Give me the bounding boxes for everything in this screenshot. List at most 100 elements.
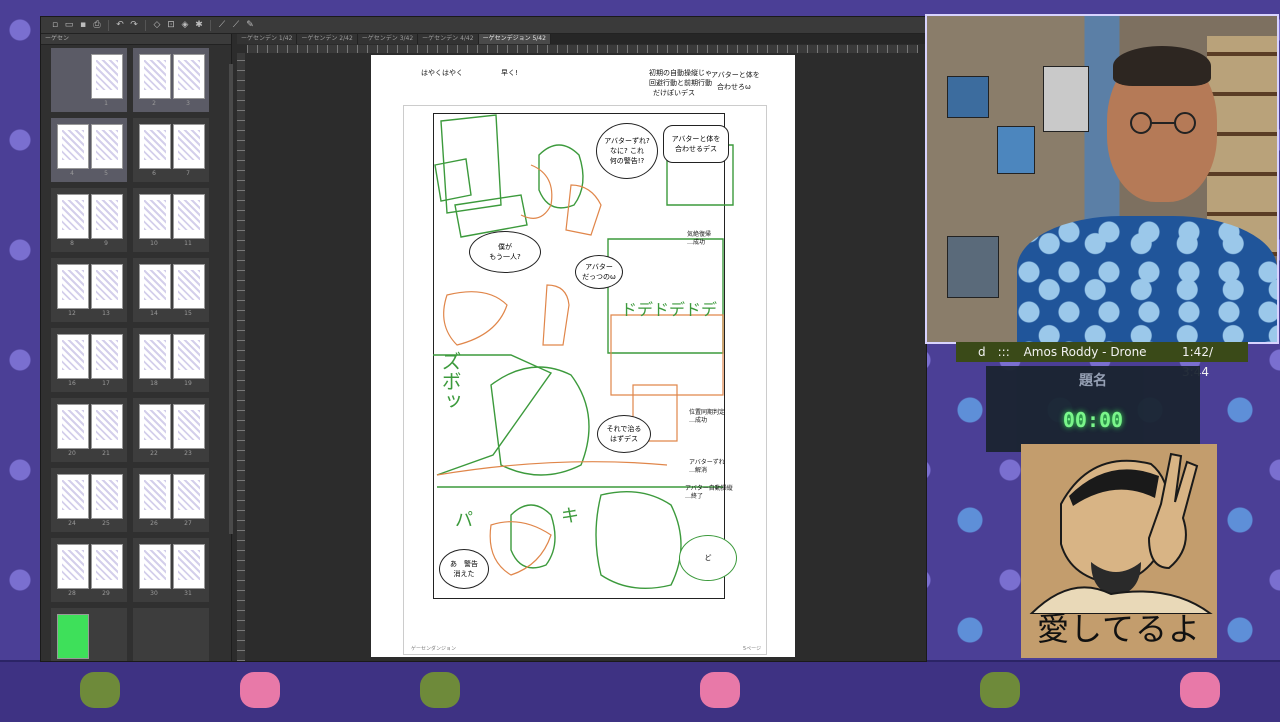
page-thumbnail[interactable]	[139, 264, 171, 309]
page-number: 20	[68, 450, 76, 457]
page-spread[interactable]: 10 11	[133, 188, 209, 252]
page-thumbnail[interactable]	[91, 194, 123, 239]
redo-icon[interactable]: ↷	[128, 20, 140, 31]
decoration	[80, 672, 120, 708]
page-thumbnail[interactable]	[91, 474, 123, 519]
page-thumbnail[interactable]	[57, 264, 89, 309]
page-thumbnail[interactable]	[57, 614, 89, 659]
status-note: 位置同期判定 …成功	[689, 409, 725, 425]
page-thumbnail[interactable]	[173, 194, 205, 239]
page-thumbnail[interactable]	[91, 544, 123, 589]
print-icon[interactable]: ⎙	[91, 20, 103, 31]
page-thumbnail[interactable]	[57, 194, 89, 239]
save-icon[interactable]: ▪	[77, 20, 89, 31]
transform-icon[interactable]: ⊡	[165, 20, 177, 31]
page-manager-tab[interactable]: ーゲセン	[41, 34, 231, 45]
page-spread[interactable]: 22 23	[133, 398, 209, 462]
speech-bubble: それで治る はずデス	[597, 415, 651, 453]
page-number: 7	[186, 170, 190, 177]
page-thumbnail[interactable]	[57, 404, 89, 449]
decoration	[1180, 672, 1220, 708]
speech-bubble: アバターずれ? なに? これ 何の警告!?	[596, 123, 658, 179]
page-spread[interactable]	[51, 608, 127, 661]
page-thumbnail[interactable]	[139, 474, 171, 519]
page-thumbnail[interactable]	[91, 264, 123, 309]
status-text: …成功	[687, 239, 706, 246]
page-thumbnail[interactable]	[139, 194, 171, 239]
decoration	[700, 672, 740, 708]
document-tab[interactable]: ーゲセンデジョン 5/42	[478, 34, 551, 44]
page-thumbnail[interactable]	[173, 404, 205, 449]
manuscript-canvas[interactable]: はやくはやく 早く! 初期の自動操縦じゃ 回避行動と前期行動 だけぽいデス アバ…	[371, 55, 795, 657]
page-thumbnail[interactable]	[139, 544, 171, 589]
document-tab[interactable]: ーゲセンデン 1/42	[237, 34, 298, 44]
page-spread[interactable]: 24 25	[51, 468, 127, 532]
sketch-stroke	[565, 184, 602, 236]
ruler-icon[interactable]: ⟋	[216, 20, 228, 31]
page-spread[interactable]: 30 31	[133, 538, 209, 602]
page-spread[interactable]: 45	[51, 118, 127, 182]
page-number: 6	[152, 170, 156, 177]
page-spread[interactable]: 20 21	[51, 398, 127, 462]
page-spread[interactable]: 67	[133, 118, 209, 182]
page-thumbnail[interactable]	[57, 474, 89, 519]
status-text: 気絶復帰	[687, 231, 712, 238]
page-number: 10	[150, 240, 158, 247]
page-thumbnail[interactable]	[139, 334, 171, 379]
page-thumbnail[interactable]	[173, 264, 205, 309]
page-thumbnail[interactable]	[91, 124, 123, 169]
page-list-scrollbar[interactable]	[229, 64, 233, 534]
page-number: 28	[68, 590, 76, 597]
timer-widget: 題名 00:00	[986, 366, 1200, 452]
page-thumbnail[interactable]	[173, 544, 205, 589]
document-tab[interactable]: ーゲセンデン 2/42	[297, 34, 358, 44]
page-thumbnail[interactable]	[173, 54, 205, 99]
page-number: 26	[150, 520, 158, 527]
clear-icon[interactable]: ◇	[151, 20, 163, 31]
now-playing-bar: d ::: Amos Roddy - Drone 1:42/ 3:44	[956, 342, 1248, 379]
page-spread[interactable]: 14 15	[133, 258, 209, 322]
streamer-hair	[1113, 46, 1211, 86]
page-thumbnail[interactable]	[139, 404, 171, 449]
page-thumbnail[interactable]	[139, 124, 171, 169]
page-thumbnail[interactable]	[57, 124, 89, 169]
page-thumbnail[interactable]	[57, 334, 89, 379]
now-playing-time: 1:42/ 3:44	[1182, 345, 1213, 379]
page-number: 15	[184, 310, 192, 317]
page-spread[interactable]: 1	[51, 48, 127, 112]
page-number: 3	[186, 100, 190, 107]
sketch-stroke	[520, 164, 553, 219]
page-spread[interactable]: 23	[133, 48, 209, 112]
page-spread[interactable]: 16 17	[51, 328, 127, 392]
document-tab[interactable]: ーゲセンデン 4/42	[418, 34, 479, 44]
undo-icon[interactable]: ↶	[114, 20, 126, 31]
page-spread[interactable]: 18 19	[133, 328, 209, 392]
page-thumbnail[interactable]	[57, 544, 89, 589]
snap-icon[interactable]: ⟋	[230, 20, 242, 31]
page-thumbnail[interactable]	[91, 334, 123, 379]
streamer-shirt	[1017, 216, 1277, 342]
page-spread[interactable]	[133, 608, 209, 661]
settings-icon[interactable]: ✱	[193, 20, 205, 31]
footer-page: 5ページ	[743, 646, 762, 652]
page-spread[interactable]: 28 29	[51, 538, 127, 602]
page-spread[interactable]: 89	[51, 188, 127, 252]
new-file-icon[interactable]: ▫	[49, 20, 61, 31]
fill-icon[interactable]: ◈	[179, 20, 191, 31]
page-thumbnail[interactable]	[91, 404, 123, 449]
page-number: 9	[104, 240, 108, 247]
webcam-feed	[925, 14, 1279, 344]
page-thumbnail[interactable]	[173, 124, 205, 169]
page-thumbnail[interactable]	[139, 54, 171, 99]
open-folder-icon[interactable]: ▭	[63, 20, 75, 31]
bubble-text: だっつのω	[582, 273, 616, 281]
document-tab[interactable]: ーゲセンデン 3/42	[357, 34, 419, 44]
command-bar: ▫ ▭ ▪ ⎙ ↶ ↷ ◇ ⊡ ◈ ✱ ⟋ ⟋ ✎	[41, 17, 926, 34]
pen-icon[interactable]: ✎	[244, 20, 256, 31]
page-thumbnail[interactable]	[91, 54, 123, 99]
page-spread[interactable]: 26 27	[133, 468, 209, 532]
page-thumbnail[interactable]	[173, 334, 205, 379]
page-thumbnail[interactable]	[173, 474, 205, 519]
page-spread[interactable]: 12 13	[51, 258, 127, 322]
page-number: 14	[150, 310, 158, 317]
